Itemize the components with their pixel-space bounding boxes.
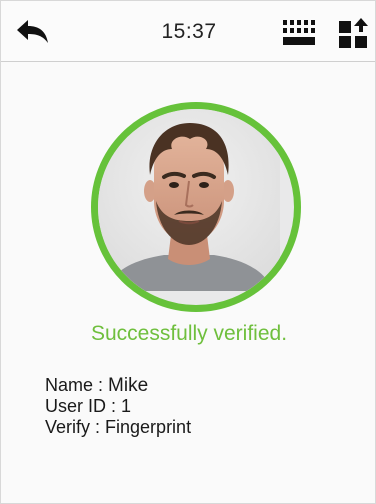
user-name-row: Name : Mike — [45, 375, 191, 396]
top-bar: 15:37 — [1, 1, 375, 62]
user-name-label: Name : — [45, 375, 109, 395]
user-info: Name : Mike User ID : 1 Verify : Fingerp… — [45, 375, 191, 438]
keyboard-button[interactable] — [281, 18, 317, 48]
device-screen: 15:37 Successfully verified. Name: Mike… — [0, 0, 376, 504]
verify-method-value: Fingerprint — [105, 417, 192, 437]
verify-method-label: Verify : — [45, 417, 106, 437]
verify-mode-icon — [339, 18, 368, 48]
verification-status: Successfully verified. — [90, 322, 288, 345]
verify-mode-button[interactable] — [338, 17, 370, 49]
user-id-label: User ID : — [45, 396, 122, 416]
user-id-row: User ID : 1 — [45, 396, 191, 417]
user-name-value: Mike — [108, 375, 149, 396]
keyboard-icon — [283, 20, 315, 45]
user-photo — [91, 102, 301, 312]
user-id-value: 1 — [121, 396, 132, 416]
user-face-image — [98, 109, 280, 291]
clock: 15:37 — [161, 20, 217, 43]
verify-method-row: Verify : Fingerprint — [45, 417, 191, 438]
